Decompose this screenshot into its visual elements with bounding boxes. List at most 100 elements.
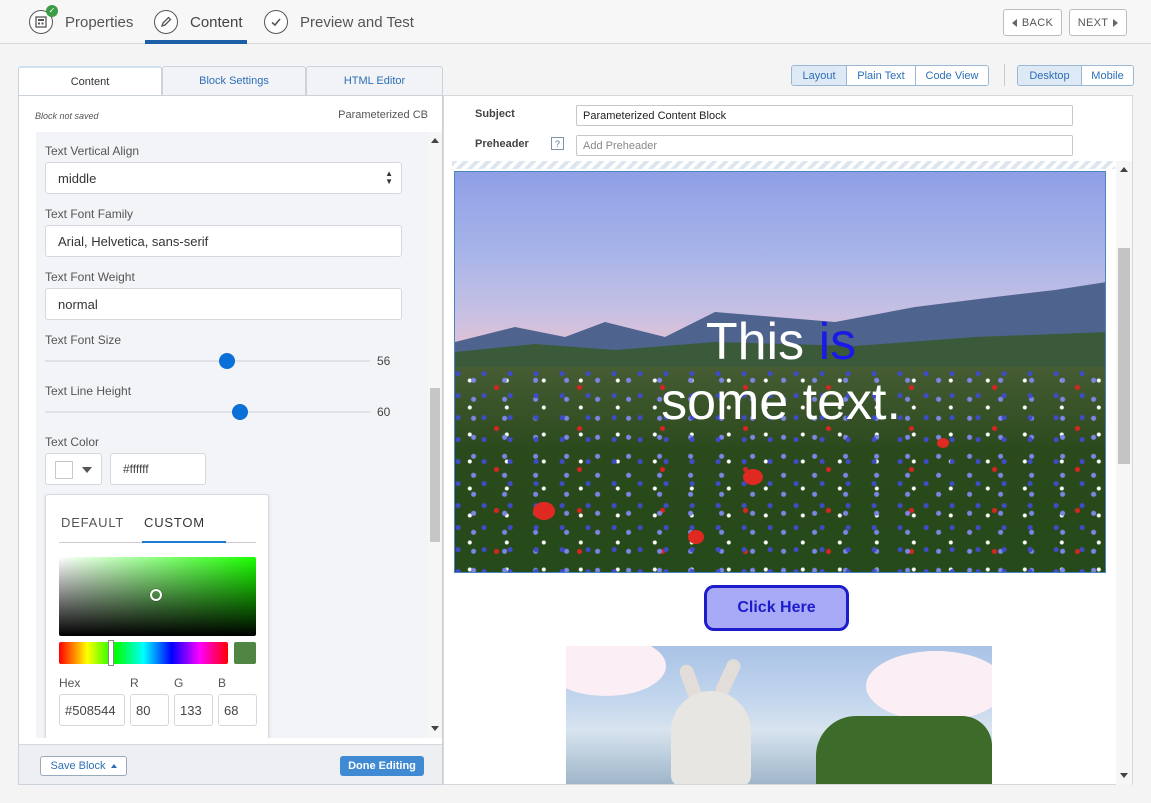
text-color-hex-input[interactable]: #ffffff [110, 453, 206, 485]
line-height-value: 60 [377, 405, 391, 419]
step-label: Preview and Test [300, 13, 414, 31]
save-status: Block not saved [35, 111, 99, 121]
email-editor-panel: Subject Parameterized Content Block Preh… [443, 95, 1133, 785]
b-input[interactable]: 68 [218, 694, 257, 726]
saturation-cursor[interactable] [150, 589, 162, 601]
view-mode-group: Layout Plain Text Code View [791, 65, 989, 86]
current-color-preview [234, 642, 256, 664]
tab-default-colors[interactable]: DEFAULT [61, 515, 124, 530]
step-preview-and-test[interactable]: Preview and Test [264, 0, 414, 44]
back-label: BACK [1021, 16, 1054, 29]
font-family-label: Text Font Family [45, 207, 134, 221]
help-icon[interactable]: ? [551, 137, 564, 150]
caret-right-icon [1113, 18, 1119, 27]
step-properties[interactable]: ✓ Properties [29, 0, 133, 44]
scroll-up-icon[interactable] [431, 138, 439, 143]
step-label: Content [190, 13, 243, 31]
line-height-slider-thumb[interactable] [232, 404, 248, 420]
cloud-shape [566, 646, 666, 696]
save-block-button[interactable]: Save Block [40, 756, 127, 776]
panel-footer: Save Block Done Editing [19, 744, 442, 784]
scrollbar-thumb[interactable] [430, 388, 440, 542]
vertical-align-label: Text Vertical Align [45, 144, 140, 158]
poppy-shape [688, 530, 704, 544]
scroll-up-icon[interactable] [1120, 167, 1128, 172]
hero-text-line2: some text. [661, 373, 901, 431]
step-content[interactable]: Content [154, 0, 243, 44]
font-size-slider-thumb[interactable] [219, 353, 235, 369]
caret-left-icon [1011, 18, 1017, 27]
block-name: Parameterized CB [338, 109, 428, 121]
g-input[interactable]: 133 [174, 694, 213, 726]
line-height-slider-track[interactable] [45, 411, 370, 413]
pencil-icon [154, 10, 178, 34]
editor-tabs: Content Block Settings HTML Editor [18, 66, 443, 95]
done-editing-button[interactable]: Done Editing [340, 756, 424, 776]
preheader-input[interactable]: Add Preheader [576, 135, 1073, 156]
preheader-label: Preheader [475, 138, 529, 150]
line-height-label: Text Line Height [45, 384, 132, 398]
canvas-top-border [452, 161, 1115, 169]
subject-input[interactable]: Parameterized Content Block [576, 105, 1073, 126]
font-size-label: Text Font Size [45, 333, 122, 347]
r-label: R [130, 676, 139, 690]
click-here-button[interactable]: Click Here [704, 585, 849, 631]
toolbar-divider [1004, 64, 1005, 86]
color-swatch [55, 461, 73, 479]
mobile-view-button[interactable]: Mobile [1081, 66, 1133, 85]
panel-header: Block not saved Parameterized CB [19, 96, 442, 132]
bunny-shape [671, 691, 751, 784]
font-weight-input[interactable]: normal [45, 288, 402, 320]
hero-image-block[interactable]: This is some text. [454, 171, 1106, 573]
font-weight-label: Text Font Weight [45, 270, 135, 284]
hero-text[interactable]: This is some text. [455, 312, 1105, 432]
code-view-button[interactable]: Code View [915, 66, 988, 85]
scroll-down-icon[interactable] [431, 726, 439, 731]
subject-label: Subject [475, 108, 515, 120]
tab-block-settings[interactable]: Block Settings [162, 66, 306, 95]
picker-active-tab-indicator [142, 541, 226, 543]
font-size-slider-track[interactable] [45, 360, 370, 362]
hue-slider[interactable] [59, 642, 228, 664]
content-panel: Block not saved Parameterized CB Text Ve… [18, 95, 443, 785]
tab-custom-colors[interactable]: CUSTOM [144, 515, 205, 530]
caret-up-icon [110, 764, 117, 768]
color-picker: DEFAULT CUSTOM Hex R G B #508544 80 133 … [45, 494, 269, 738]
check-icon [264, 10, 288, 34]
text-color-label: Text Color [45, 435, 100, 449]
layout-view-button[interactable]: Layout [792, 66, 846, 85]
hue-slider-thumb[interactable] [108, 640, 114, 666]
tab-content[interactable]: Content [18, 66, 162, 95]
desktop-view-button[interactable]: Desktop [1018, 66, 1081, 85]
scroll-down-icon[interactable] [1120, 773, 1128, 778]
completed-check-icon: ✓ [46, 5, 58, 17]
g-label: G [174, 676, 184, 690]
trees-shape [816, 716, 992, 784]
canvas-scrollbar[interactable] [1116, 161, 1132, 785]
device-group: Desktop Mobile [1017, 65, 1134, 86]
hero-text-highlight: is [818, 313, 857, 371]
step-label: Properties [65, 13, 134, 31]
wizard-nav: ✓ Properties Content Preview and Test BA… [0, 0, 1151, 44]
hex-input[interactable]: #508544 [59, 694, 125, 726]
b-label: B [218, 676, 227, 690]
font-size-value: 56 [377, 354, 391, 368]
caret-down-icon [82, 467, 92, 473]
settings-scrollbar[interactable] [428, 132, 442, 738]
vertical-align-select[interactable]: middle ▲ ▼ [45, 162, 402, 194]
scrollbar-thumb[interactable] [1118, 248, 1130, 464]
poppy-shape [937, 438, 949, 448]
back-button[interactable]: BACK [1003, 9, 1062, 36]
cartoon-image[interactable] [566, 646, 992, 784]
hero-text-line1: This [705, 313, 819, 371]
next-label: NEXT [1077, 16, 1109, 29]
tab-html-editor[interactable]: HTML Editor [306, 66, 443, 95]
active-step-indicator [145, 40, 247, 44]
plain-text-view-button[interactable]: Plain Text [846, 66, 915, 85]
next-button[interactable]: NEXT [1069, 9, 1127, 36]
color-swatch-button[interactable] [45, 453, 102, 485]
vertical-align-value: middle [58, 170, 97, 186]
cloud-shape [866, 651, 992, 721]
font-family-input[interactable]: Arial, Helvetica, sans-serif [45, 225, 402, 257]
r-input[interactable]: 80 [130, 694, 169, 726]
